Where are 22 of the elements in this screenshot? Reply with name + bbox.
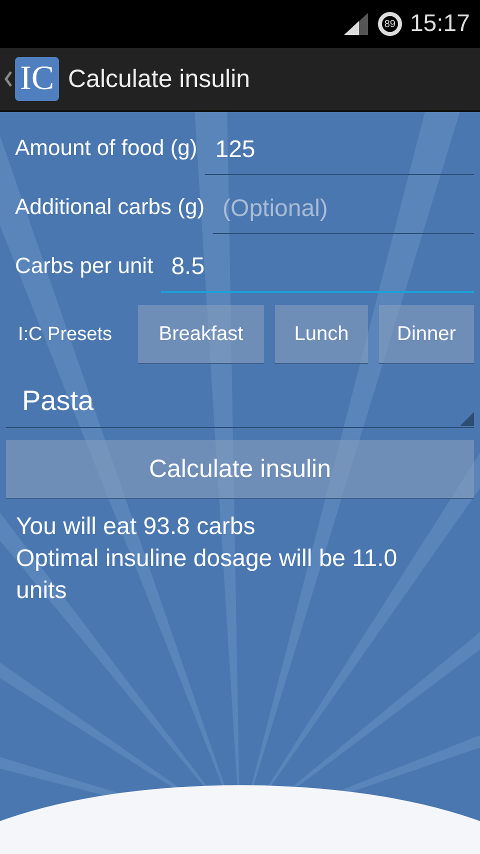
screen-title: Calculate insulin	[68, 64, 250, 94]
battery-icon: 89	[378, 12, 402, 36]
back-icon	[4, 71, 12, 87]
field-label: Carbs per unit	[14, 253, 154, 280]
result-text: You will eat 93.8 carbs	[16, 512, 256, 542]
field-label: Additional carbs (g)	[14, 194, 206, 221]
up-button[interactable]: IC	[0, 57, 59, 101]
clock-time: 15:17	[410, 10, 470, 38]
result-text: Optimal insuline dosage will be 11.0 units	[16, 544, 398, 606]
field-label: Amount of food (g)	[14, 135, 198, 162]
preset-button[interactable]: Lunch	[275, 305, 368, 364]
input-field[interactable]: 8.5	[161, 253, 474, 293]
preset-button[interactable]: Breakfast	[138, 305, 264, 364]
calculate-insulin-button[interactable]: Calculate insulin	[6, 440, 474, 499]
input-field[interactable]: (Optional)	[212, 195, 474, 234]
food-spinner[interactable]: Pasta	[6, 366, 474, 428]
app-logo: IC	[15, 57, 59, 101]
dropdown-corner-icon	[460, 412, 474, 426]
preset-button[interactable]: Dinner	[379, 305, 474, 364]
signal-icon	[344, 13, 368, 35]
input-field[interactable]: 125	[205, 136, 474, 175]
presets-label: I:C Presets	[17, 324, 113, 346]
